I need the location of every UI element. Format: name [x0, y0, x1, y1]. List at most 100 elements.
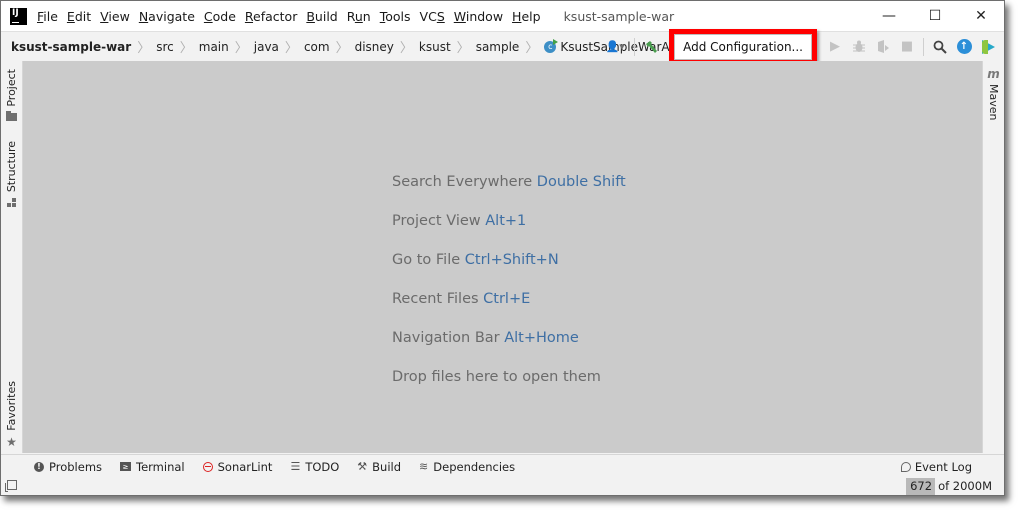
breadcrumb-item[interactable]: sample — [476, 40, 520, 54]
tool-tab-label: SonarLint — [217, 459, 273, 474]
minimize-button[interactable]: — — [866, 1, 912, 31]
run-icon[interactable]: ▶ — [823, 35, 847, 59]
title-bar: IJ File Edit View Navigate Code Refactor Build… — [1, 1, 1004, 31]
intellij-logo-icon: IJ — [10, 7, 27, 25]
search-everywhere-icon[interactable] — [928, 35, 952, 59]
menu-build[interactable]: Build — [306, 9, 337, 24]
breadcrumb-item[interactable]: ksust — [419, 40, 451, 54]
tool-tab-terminal[interactable]: ≥ Terminal — [120, 460, 185, 474]
sonarlint-icon — [202, 461, 213, 472]
java-class-icon: c — [544, 38, 559, 53]
hint-text: Project View — [392, 213, 481, 229]
editor-hint: Navigation Bar Alt+Home — [392, 328, 626, 367]
menu-run[interactable]: Run — [347, 9, 371, 24]
editor-hint: Recent Files Ctrl+E — [392, 289, 626, 328]
close-button[interactable]: ✕ — [958, 1, 1004, 31]
editor-area[interactable]: Search Everywhere Double Shift Project Vi… — [23, 61, 982, 453]
hint-text: Search Everywhere — [392, 174, 533, 190]
star-icon: ★ — [6, 434, 17, 449]
tool-tab-structure[interactable]: Structure — [1, 141, 22, 208]
menu-help[interactable]: Help — [512, 9, 541, 24]
menu-navigate[interactable]: Navigate — [139, 9, 195, 24]
tool-tab-favorites[interactable]: Favorites ★ — [1, 381, 22, 449]
tool-tab-label: Maven — [987, 84, 1000, 121]
debug-icon[interactable] — [847, 35, 871, 59]
editor-hints: Search Everywhere Double Shift Project Vi… — [392, 172, 626, 406]
menu-file[interactable]: File — [37, 9, 58, 24]
problems-icon: ! — [34, 461, 44, 472]
toolbar-separator — [923, 37, 924, 56]
hint-shortcut: Alt+1 — [485, 213, 527, 229]
menu-tools[interactable]: Tools — [380, 9, 411, 24]
toolbar-separator — [634, 37, 636, 56]
tool-tab-todo[interactable]: ☰ TODO — [290, 460, 339, 474]
menu-refactor[interactable]: Refactor — [245, 9, 297, 24]
breadcrumb-separator-icon: 〉 — [137, 41, 151, 56]
menu-window[interactable]: Window — [454, 9, 503, 24]
tool-tab-label: Event Log — [914, 459, 972, 474]
window-controls: — ☐ ✕ — [866, 1, 1004, 31]
breadcrumb-item[interactable]: disney — [355, 40, 394, 54]
hint-shortcut: Alt+Home — [504, 330, 579, 346]
ide-update-icon[interactable]: ↑ — [952, 35, 976, 59]
build-hammer-icon: ⚒ — [357, 460, 368, 473]
todo-list-icon: ☰ — [290, 460, 301, 473]
breadcrumb-item[interactable]: main — [199, 40, 229, 54]
menu-edit[interactable]: Edit — [67, 9, 91, 24]
hint-shortcut: Ctrl+Shift+N — [464, 252, 559, 268]
build-hammer-icon[interactable] — [639, 35, 663, 59]
hint-shortcut: Ctrl+E — [483, 291, 531, 307]
tool-tab-maven[interactable]: m Maven — [983, 61, 1004, 120]
hint-text: Go to File — [392, 252, 461, 268]
left-tool-strip: Project Structure Favorites ★ — [1, 61, 23, 453]
folder-icon — [6, 110, 17, 121]
tool-tab-label: Build — [372, 459, 402, 474]
navigation-bar: ksust-sample-war 〉 src 〉 main 〉 java 〉 com 〉 disne… — [1, 28, 1004, 65]
main-toolbar: 👤▾ Add Configuration... ▶ ■ ↑ — [600, 28, 1004, 65]
tool-tab-sonarlint[interactable]: SonarLint — [202, 459, 273, 474]
breadcrumb-separator-icon: 〉 — [284, 41, 298, 56]
hint-text: Navigation Bar — [392, 330, 500, 346]
stop-icon[interactable]: ■ — [895, 35, 919, 59]
add-configuration-button[interactable]: Add Configuration... — [674, 33, 812, 60]
hint-shortcut: Double Shift — [536, 174, 626, 190]
tool-tab-label: Terminal — [136, 459, 185, 474]
breadcrumb-item[interactable]: java — [254, 40, 279, 54]
tool-tab-label: TODO — [305, 459, 340, 474]
menu-code[interactable]: Code — [204, 9, 236, 24]
ide-window: IJ File Edit View Navigate Code Refactor Build… — [0, 0, 1005, 496]
breadcrumb-item[interactable]: ksust-sample-war — [11, 40, 131, 54]
status-bar: 672 of 2000M — [1, 478, 1004, 495]
breadcrumb-item[interactable]: com — [304, 40, 330, 54]
user-account-icon[interactable]: 👤▾ — [600, 35, 630, 59]
breadcrumb: ksust-sample-war 〉 src 〉 main 〉 java 〉 com 〉 disne… — [1, 37, 544, 57]
tool-tab-label: Favorites — [5, 381, 18, 431]
tool-tab-dependencies[interactable]: ≋ Dependencies — [419, 460, 515, 474]
breadcrumb-separator-icon: 〉 — [335, 41, 349, 56]
run-with-coverage-icon[interactable] — [871, 35, 895, 59]
tool-tab-build[interactable]: ⚒ Build — [357, 460, 401, 474]
tool-tab-problems[interactable]: ! Problems — [34, 460, 102, 474]
menu-vcs[interactable]: VCS — [420, 9, 445, 24]
window-title: ksust-sample-war — [563, 8, 675, 24]
editor-hint: Search Everywhere Double Shift — [392, 172, 626, 211]
hint-text: Drop files here to open them — [392, 369, 601, 385]
editor-hint: Project View Alt+1 — [392, 211, 626, 250]
memory-total: of 2000M — [938, 479, 992, 493]
tool-tab-label: Dependencies — [433, 459, 516, 474]
toggle-tool-windows-icon[interactable] — [5, 480, 17, 492]
memory-indicator[interactable]: 672 of 2000M — [906, 478, 992, 495]
editor-hint: Go to File Ctrl+Shift+N — [392, 250, 626, 289]
tool-tab-label: Structure — [5, 141, 18, 193]
maximize-button[interactable]: ☐ — [912, 1, 958, 31]
tool-tab-event-log[interactable]: Event Log — [900, 459, 972, 474]
hint-text: Recent Files — [392, 291, 479, 307]
breadcrumb-item[interactable]: src — [156, 40, 174, 54]
breadcrumb-separator-icon: 〉 — [179, 41, 193, 56]
highlight-box: Add Configuration... — [669, 28, 817, 65]
structure-icon — [7, 198, 16, 208]
main-menu: File Edit View Navigate Code Refactor Build Run… — [37, 9, 550, 24]
code-with-me-icon[interactable] — [976, 35, 1000, 59]
menu-view[interactable]: View — [100, 9, 130, 24]
tool-tab-project[interactable]: Project — [1, 69, 22, 121]
